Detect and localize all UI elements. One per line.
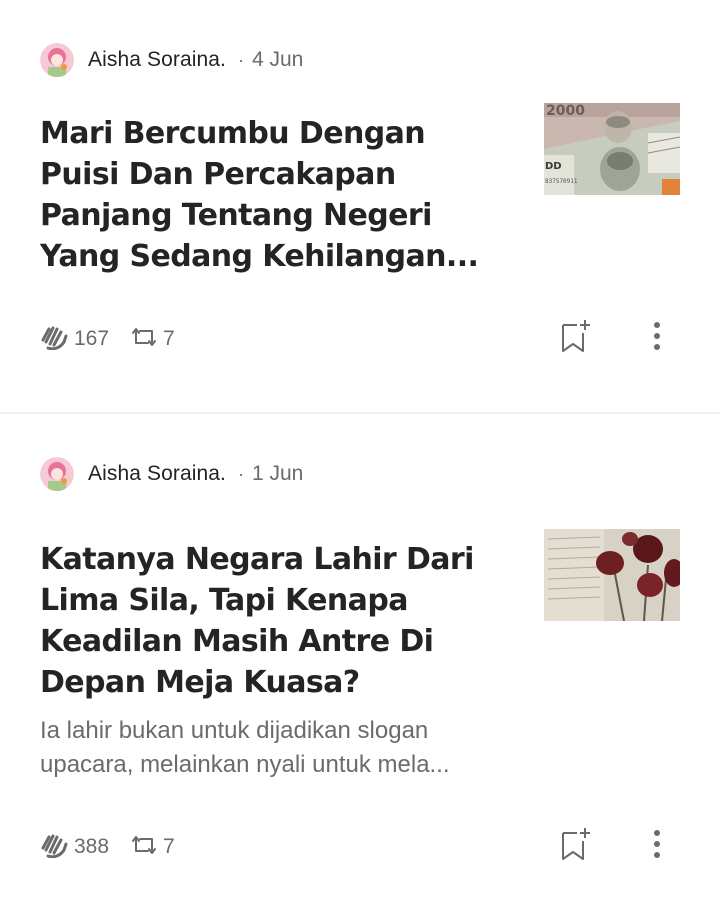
- clap-count: 167: [74, 327, 110, 350]
- svg-text:2000: 2000: [546, 103, 585, 119]
- more-options-button[interactable]: [640, 318, 674, 358]
- article-thumbnail[interactable]: [544, 529, 680, 621]
- article-feed: Aisha Soraina. · 4 Jun Mari Bercumbu Den…: [0, 0, 720, 914]
- response-count: 7: [163, 327, 175, 350]
- more-options-button[interactable]: [640, 826, 674, 866]
- article-stats: 167 7: [40, 324, 175, 354]
- article-thumbnail[interactable]: 2000 DD 837570911: [544, 103, 680, 195]
- bookmark-button[interactable]: [558, 318, 592, 358]
- author-row: Aisha Soraina. · 1 Jun: [40, 456, 303, 492]
- meta-separator: ·: [237, 49, 244, 70]
- author-avatar[interactable]: [40, 457, 74, 491]
- svg-text:DD: DD: [545, 161, 562, 172]
- clap-count: 388: [74, 835, 110, 858]
- article-card[interactable]: Aisha Soraina. · 4 Jun Mari Bercumbu Den…: [0, 0, 720, 412]
- article-subtitle[interactable]: Ia lahir bukan untuk dijadikan slogan up…: [40, 714, 510, 782]
- bookmark-button[interactable]: [558, 826, 592, 866]
- svg-text:837570911: 837570911: [545, 178, 578, 185]
- clap-icon[interactable]: [40, 324, 68, 355]
- bookmark-add-icon: [559, 827, 591, 866]
- meta-separator: ·: [237, 463, 244, 484]
- author-name[interactable]: Aisha Soraina.: [88, 462, 226, 486]
- response-count: 7: [163, 835, 175, 858]
- more-vertical-icon: [652, 321, 662, 356]
- publish-date: 1 Jun: [251, 462, 304, 485]
- article-card[interactable]: Aisha Soraina. · 1 Jun Katanya Negara La…: [0, 414, 720, 914]
- author-row: Aisha Soraina. · 4 Jun: [40, 42, 303, 78]
- repost-icon[interactable]: [131, 834, 157, 861]
- more-vertical-icon: [652, 829, 662, 864]
- repost-icon[interactable]: [131, 326, 157, 353]
- author-name[interactable]: Aisha Soraina.: [88, 48, 226, 72]
- article-title[interactable]: Katanya Negara Lahir Dari Lima Sila, Tap…: [40, 539, 510, 703]
- publish-date: 4 Jun: [251, 48, 304, 71]
- article-title[interactable]: Mari Bercumbu Dengan Puisi Dan Percakapa…: [40, 113, 510, 277]
- author-avatar[interactable]: [40, 43, 74, 77]
- bookmark-add-icon: [559, 319, 591, 358]
- clap-icon[interactable]: [40, 832, 68, 863]
- article-stats: 388 7: [40, 832, 175, 862]
